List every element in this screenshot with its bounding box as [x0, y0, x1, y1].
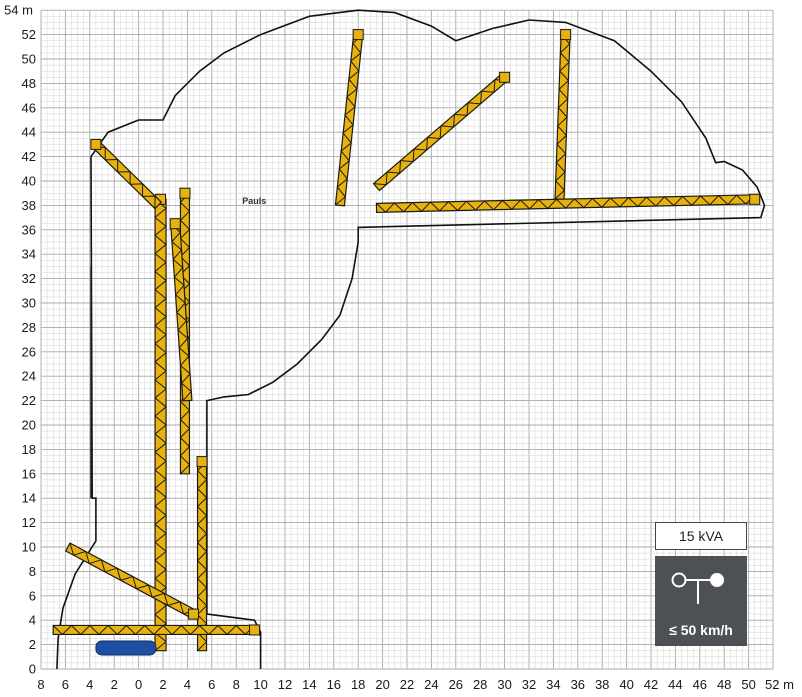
boom-configuration: [372, 71, 511, 192]
vehicle-base: [95, 640, 157, 656]
boom-section: [64, 542, 197, 619]
y-axis: 0246810121416182022242628303234363840424…: [22, 27, 36, 676]
boom-configuration: [334, 29, 364, 207]
boom-configuration: [554, 29, 572, 201]
x-tick-label: 10: [253, 677, 267, 692]
y-tick-label: 38: [22, 198, 36, 213]
y-tick-label: 20: [22, 418, 36, 433]
boom-head: [196, 456, 208, 468]
wind-limit-badge: ≤ 50 km/h: [655, 556, 747, 646]
y-tick-label: 32: [22, 271, 36, 286]
x-tick-label: 6: [62, 677, 69, 692]
y-tick-label: 14: [22, 491, 36, 506]
x-tick-label: 50: [741, 677, 755, 692]
y-tick-label: 36: [22, 222, 36, 237]
y-tick-label: 18: [22, 442, 36, 457]
y-tick-label: 6: [29, 588, 36, 603]
secondary-mast: [196, 456, 208, 652]
x-tick-label: 6: [208, 677, 215, 692]
boom-head: [188, 608, 199, 620]
boom-head: [499, 71, 511, 83]
y-tick-label: 30: [22, 296, 36, 311]
y-tick-label: 12: [22, 515, 36, 530]
x-tick-label: 46: [693, 677, 707, 692]
boom-head: [352, 29, 364, 41]
x-tick-label: 22: [400, 677, 414, 692]
x-tick-label: 28: [473, 677, 487, 692]
wind-limit-label: ≤ 50 km/h: [669, 622, 733, 638]
x-tick-label: 2: [111, 677, 118, 692]
boom-configuration: [375, 193, 761, 213]
boom-head: [179, 187, 191, 199]
y-tick-label: 16: [22, 466, 36, 481]
x-axis: 8 6 4 2 0 2 4 6 8 10 12 14 16 18 20 22 24 26 28 30 32 34 36 38 4…: [37, 677, 755, 692]
chassis-frame: [52, 624, 260, 636]
x-tick-label: 8: [233, 677, 240, 692]
y-tick-label: 10: [22, 540, 36, 555]
x-tick-label: 26: [449, 677, 463, 692]
x-tick-label: 8: [37, 677, 44, 692]
x-tick-label: 24: [424, 677, 438, 692]
y-tick-label: 50: [22, 52, 36, 67]
x-tick-label: 14: [302, 677, 316, 692]
x-tick-label: 32: [522, 677, 536, 692]
y-tick-label: 2: [29, 637, 36, 652]
x-tick-label: 4: [86, 677, 93, 692]
boom-configurations: [52, 29, 761, 656]
x-tick-label: 42: [644, 677, 658, 692]
y-tick-label: 52: [22, 27, 36, 42]
brand-marking: Pauls: [242, 196, 266, 206]
boom-head: [560, 29, 572, 41]
y-tick-label: 46: [22, 100, 36, 115]
y-tick-label: 44: [22, 125, 36, 140]
y-tick-label: 26: [22, 344, 36, 359]
y-tick-label: 24: [22, 369, 36, 384]
x-tick-label: 38: [595, 677, 609, 692]
x-tick-label: 36: [571, 677, 585, 692]
y-tick-label: 22: [22, 393, 36, 408]
x-tick-label: 2: [159, 677, 166, 692]
y-tick-label: 34: [22, 247, 36, 262]
y-tick-label: 40: [22, 174, 36, 189]
y-tick-label: 42: [22, 149, 36, 164]
power-badge-label: 15 kVA: [678, 528, 724, 544]
x-tick-label: 20: [375, 677, 389, 692]
y-tick-label: 48: [22, 76, 36, 91]
y-tick-label: 0: [29, 662, 36, 677]
y-tick-label: 4: [29, 613, 36, 628]
x-tick-label: 0: [135, 677, 142, 692]
boom-head: [169, 218, 181, 230]
x-tick-label: 34: [546, 677, 560, 692]
x-tick-label: 18: [351, 677, 365, 692]
y-axis-unit: 54 m: [4, 3, 33, 18]
x-tick-label: 40: [619, 677, 633, 692]
wind-sign-icon: [671, 572, 724, 604]
x-axis-unit: 52 m: [765, 677, 794, 692]
x-tick-label: 4: [184, 677, 191, 692]
x-tick-label: 12: [278, 677, 292, 692]
boom-head: [90, 138, 102, 150]
boom-head: [749, 193, 761, 205]
x-tick-label: 30: [497, 677, 511, 692]
x-tick-label: 44: [668, 677, 682, 692]
y-tick-label: 28: [22, 320, 36, 335]
boom-section: [52, 624, 256, 636]
x-tick-label: 16: [327, 677, 341, 692]
power-badge: 15 kVA: [655, 522, 747, 550]
boom-head: [249, 624, 260, 636]
x-tick-label: 48: [717, 677, 731, 692]
stowed-boom: [64, 542, 199, 620]
main-mast: [154, 193, 167, 652]
y-tick-label: 8: [29, 564, 36, 579]
